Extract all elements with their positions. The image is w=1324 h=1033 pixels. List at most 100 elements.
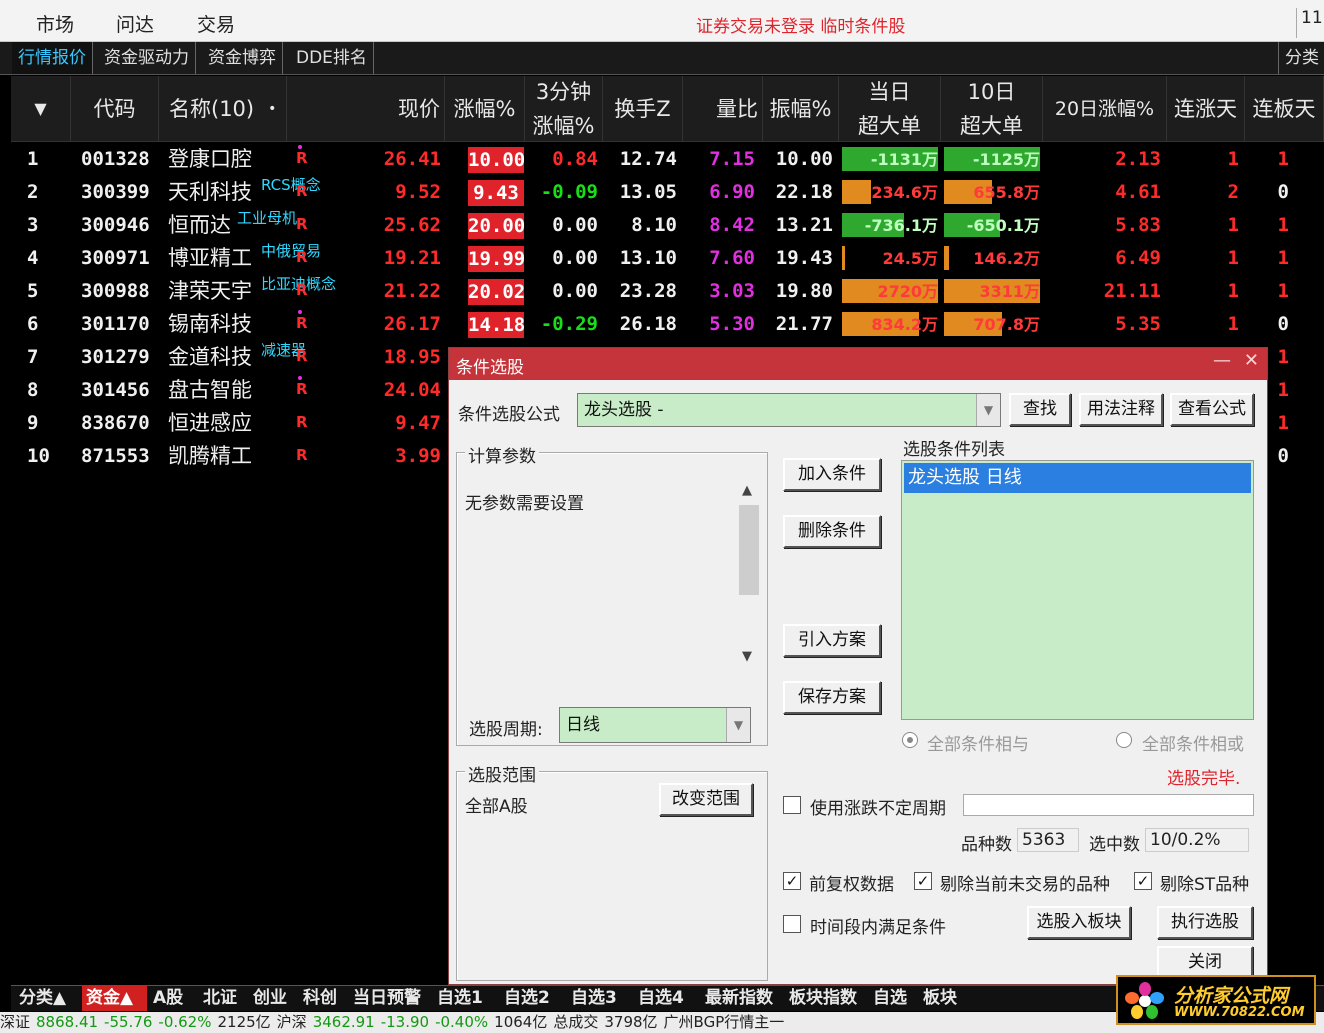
list-item[interactable]: 龙头选股 日线 [904,463,1251,493]
limit-days: 0 [1277,313,1289,335]
pct-change: 20.00 [468,213,526,239]
radio-or[interactable] [1116,732,1132,748]
status-item: 深证 [0,1013,31,1031]
import-plan-button[interactable]: 引入方案 [783,624,881,657]
pct-change: 14.18 [468,312,526,338]
header-volratio[interactable]: 量比 [683,76,763,142]
formula-select[interactable]: 龙头选股 - ▼ [577,393,1001,427]
bottom-tab[interactable]: 创业 [249,986,297,1011]
up-days: 2 [1227,181,1239,203]
limit-days: 1 [1277,247,1289,269]
close-icon[interactable]: ✕ [1244,350,1259,371]
view-formula-button[interactable]: 查看公式 [1170,393,1254,426]
header-bigorder[interactable]: 当日 超大单 [839,76,941,142]
condition-select-dialog: 条件选股 — ✕ 条件选股公式 龙头选股 - ▼ 查找 用法注释 查看公式 计算… [448,347,1268,985]
r-mark: R [296,347,308,365]
watermark-title: 分析家公式网 [1174,985,1289,1007]
add-condition-button[interactable]: 加入条件 [783,458,881,491]
to-block-button[interactable]: 选股入板块 [1027,906,1131,939]
status-item: 3462.91 [312,1013,375,1031]
pct20: 2.13 [1115,148,1161,170]
status-item: -0.62% [158,1013,212,1031]
bottom-tab[interactable]: 板块指数 [785,986,867,1011]
header-limitdays[interactable]: 连板天 [1245,76,1324,142]
header-bigorder10[interactable]: 10日 超大单 [941,76,1043,142]
header-code[interactable]: 代码 [71,76,159,142]
save-plan-button[interactable]: 保存方案 [783,681,881,714]
r-mark: R [296,314,308,332]
minimize-icon[interactable]: — [1213,350,1231,371]
bottom-tab[interactable]: 自选3 [567,986,632,1011]
table-row[interactable]: 4 300971 博亚精工 中俄贸易 R 19.21 19.99 0.00 13.10 7.60 1… [11,242,1324,275]
bottom-tab[interactable]: 自选2 [500,986,565,1011]
bottom-tab[interactable]: 自选1 [433,986,498,1011]
exclude-st-checkbox[interactable]: ✓ [1134,872,1152,890]
exclude-untraded-checkbox[interactable]: ✓ [914,872,932,890]
sort-icon[interactable]: ▼ [11,76,71,142]
bottom-tab[interactable]: 北证 [199,986,247,1011]
amplitude: 13.21 [775,214,833,236]
table-header: ▼ 代码 名称(10) • 现价 涨幅% 3分钟 涨幅% 换手Z 量比 振幅% 当日… [11,76,1324,142]
r-mark: R [296,446,308,464]
pct3-change: 0.00 [552,214,598,236]
params-scrollbar[interactable]: ▲ ▼ [737,481,761,671]
tab-fund-drive[interactable]: 资金驱动力 [98,42,196,74]
stock-price: 25.62 [383,214,441,236]
tab-dde-rank[interactable]: DDE排名 [290,42,374,74]
bottom-tab[interactable]: 板块 [919,986,967,1011]
bottom-tab[interactable]: 自选 [869,986,917,1011]
forward-adjust-checkbox[interactable]: ✓ [783,872,801,890]
bottom-tab[interactable]: 科创 [299,986,347,1011]
execute-button[interactable]: 执行选股 [1157,906,1253,939]
scroll-thumb[interactable] [739,505,759,595]
header-amplitude[interactable]: 振幅% [763,76,839,142]
bottom-tab[interactable]: 当日预警 [349,986,431,1011]
big-value: 234.6万 [871,183,938,202]
chevron-down-icon[interactable]: ▼ [976,394,1000,426]
bottom-tab[interactable]: 自选4 [634,986,699,1011]
table-row[interactable]: 1 001328 登康口腔 R 26.41 10.00 0.84 12.74 7.15 10.00… [11,143,1324,176]
tab-quotes[interactable]: 行情报价 [12,42,93,74]
dot-marker [298,310,302,314]
bottom-tab[interactable]: 分类▲ [15,986,80,1011]
stock-name: 登康口腔 [168,147,252,171]
table-row[interactable]: 3 300946 恒而达 工业母机 R 25.62 20.00 0.00 8.10 8.42 13.… [11,209,1324,242]
menu-trade[interactable]: 交易 [197,10,235,37]
change-range-button[interactable]: 改变范围 [659,783,753,816]
stock-code: 300946 [81,214,150,236]
pct20: 21.11 [1103,280,1161,302]
scroll-down-icon[interactable]: ▼ [742,649,752,664]
chevron-down-icon[interactable]: ▼ [726,708,750,742]
dialog-titlebar[interactable]: 条件选股 — ✕ [449,348,1267,380]
menu-market[interactable]: 市场 [36,10,74,37]
condition-list[interactable]: 龙头选股 日线 [901,460,1254,720]
header-name[interactable]: 名称(10) • [159,76,287,142]
tab-fund-game[interactable]: 资金博弈 [202,42,283,74]
tab-category[interactable]: 分类过 [1278,42,1324,74]
table-row[interactable]: 2 300399 天利科技 RCS概念 R 9.52 9.43 -0.09 13.05 6.90 2… [11,176,1324,209]
radio-and[interactable] [902,732,918,748]
menu-wenda[interactable]: 问达 [116,10,154,37]
usage-notes-button[interactable]: 用法注释 [1079,393,1163,426]
bottom-tab[interactable]: 资金▲ [82,986,147,1011]
bottom-tab[interactable]: 最新指数 [701,986,783,1011]
up-days: 1 [1227,247,1239,269]
status-item: 3798亿 [604,1013,658,1031]
header-turnover[interactable]: 换手Z [603,76,683,142]
variable-period-checkbox[interactable] [783,796,801,814]
table-row[interactable]: 5 300988 津荣天宇 比亚迪概念 R 21.22 20.02 0.00 23.28 3.03… [11,275,1324,308]
header-pct3[interactable]: 3分钟 涨幅% [525,76,603,142]
bottom-tab[interactable]: A股 [149,986,197,1011]
scroll-up-icon[interactable]: ▲ [742,483,752,498]
find-button[interactable]: 查找 [1009,393,1071,426]
header-pct[interactable]: 涨幅% [445,76,525,142]
delete-condition-button[interactable]: 删除条件 [783,515,881,548]
header-pct20[interactable]: 20日涨幅% [1043,76,1167,142]
header-updays[interactable]: 连涨天 [1167,76,1245,142]
count-value: 5363 [1017,828,1079,852]
variable-period-input[interactable] [963,794,1254,816]
period-select[interactable]: 日线 ▼ [559,707,751,743]
timespan-checkbox[interactable] [783,915,801,933]
table-row[interactable]: 6 301170 锡南科技 R 26.17 14.18 -0.29 26.18 5.30 21.7… [11,308,1324,341]
header-price[interactable]: 现价 [287,76,445,142]
